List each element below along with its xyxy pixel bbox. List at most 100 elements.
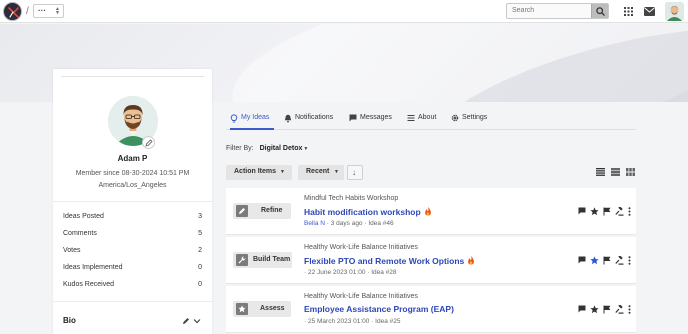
flag-icon[interactable] [603, 256, 611, 265]
profile-name: Adam P [117, 154, 148, 163]
list-view-icon[interactable] [596, 168, 605, 176]
pencil-icon [239, 208, 245, 214]
stat-value: 0 [198, 281, 202, 288]
idea-title[interactable]: Employee Assistance Program (EAP) [304, 304, 454, 314]
updown-chevron-icon: ▲ ▼ [55, 6, 60, 16]
stage-button[interactable]: Refine [233, 203, 291, 219]
stat-label: Kudos Received [63, 281, 114, 288]
divider [53, 301, 212, 302]
stat-ideas-posted: Ideas Posted 3 [63, 213, 202, 220]
tab-label: Settings [462, 114, 488, 121]
tab-messages[interactable]: Messages [349, 113, 397, 130]
divider [53, 201, 212, 202]
stage-label: Assess [260, 305, 285, 312]
flag-icon[interactable] [603, 305, 611, 314]
sort-direction-button[interactable]: ↓ [347, 165, 363, 180]
divider [61, 76, 204, 77]
flag-icon[interactable] [603, 207, 611, 216]
caret-down-icon[interactable]: ▼ [303, 146, 308, 152]
caret-down-icon: ▼ [334, 169, 339, 175]
tab-notifications[interactable]: Notifications [284, 113, 342, 130]
more-vertical-icon[interactable] [628, 207, 631, 216]
app-logo[interactable] [3, 2, 22, 21]
stat-label: Ideas Implemented [63, 264, 123, 271]
avatar-icon [665, 2, 684, 21]
idea-card[interactable]: Assess Healthy Work-Life Balance Initiat… [226, 286, 636, 333]
message-icon [349, 114, 357, 122]
gavel-icon[interactable] [615, 256, 624, 265]
edit-bio-pencil-icon[interactable] [182, 317, 190, 325]
apps-grid-icon[interactable] [624, 7, 633, 16]
sort-dropdown[interactable]: Recent ▼ [298, 165, 344, 180]
idea-card[interactable]: Refine Mindful Tech Habits Workshop Habi… [226, 188, 636, 235]
caret-down-icon: ▼ [280, 169, 285, 175]
tab-label: My Ideas [241, 114, 270, 121]
idea-category[interactable]: Healthy Work-Life Balance Initiatives [304, 244, 418, 251]
gavel-icon[interactable] [615, 207, 624, 216]
stage-label: Build Team [253, 256, 291, 263]
list-icon [407, 115, 415, 121]
idea-meta-text: · 22 June 2023 01:00 · Idea #28 [304, 269, 397, 276]
stat-value: 3 [198, 213, 202, 220]
member-since: Member since 08-30-2024 10:51 PM [75, 170, 190, 177]
grid-view-icon[interactable] [626, 168, 635, 176]
idea-card[interactable]: Build Team Healthy Work-Life Balance Ini… [226, 237, 636, 284]
stat-value: 2 [198, 247, 202, 254]
idea-title-row: Flexible PTO and Remote Work Options [304, 255, 475, 266]
stage-button[interactable]: Build Team [233, 252, 292, 268]
star-icon[interactable] [590, 256, 599, 265]
breadcrumb-selector[interactable]: ··· ▲ ▼ [33, 4, 64, 18]
edit-avatar-button[interactable] [142, 136, 155, 149]
idea-category[interactable]: Mindful Tech Habits Workshop [304, 195, 398, 202]
more-vertical-icon[interactable] [628, 305, 631, 314]
compact-view-icon[interactable] [611, 168, 620, 176]
comment-icon[interactable] [578, 207, 586, 215]
idea-author[interactable]: Bella N [304, 220, 325, 227]
gavel-icon[interactable] [615, 305, 624, 314]
pencil-icon [145, 139, 153, 147]
star-icon[interactable] [590, 305, 599, 314]
stage-icon-box [236, 205, 248, 217]
search-button[interactable] [591, 4, 608, 18]
stat-label: Ideas Posted [63, 213, 104, 220]
tab-my-ideas[interactable]: My Ideas [230, 113, 274, 130]
more-vertical-icon[interactable] [628, 256, 631, 265]
fire-icon [424, 206, 431, 216]
timezone: America/Los_Angeles [98, 182, 167, 189]
filter-dropdown[interactable]: Digital Detox [260, 145, 303, 152]
idea-title[interactable]: Flexible PTO and Remote Work Options [304, 256, 464, 266]
tab-label: Messages [360, 114, 392, 121]
search-icon [596, 7, 605, 16]
action-items-dropdown[interactable]: Action Items ▼ [226, 165, 292, 180]
stage-icon-box [236, 254, 248, 266]
idea-title[interactable]: Habit modification workshop [304, 207, 421, 217]
comment-icon[interactable] [578, 305, 586, 313]
stat-ideas-implemented: Ideas Implemented 0 [63, 264, 202, 271]
stat-kudos-received: Kudos Received 0 [63, 281, 202, 288]
comment-icon[interactable] [578, 256, 586, 264]
breadcrumb-separator: / [26, 6, 29, 17]
search-box[interactable]: Search [506, 3, 609, 19]
fire-icon [468, 255, 475, 265]
tab-settings[interactable]: Settings [451, 113, 495, 130]
lightbulb-icon [230, 114, 238, 123]
stage-label: Refine [261, 207, 283, 214]
bio-heading: Bio [63, 316, 76, 325]
tab-label: Notifications [295, 114, 334, 121]
filter-label: Filter By: [226, 145, 254, 152]
stat-label: Comments [63, 230, 97, 237]
profile-tabs: My Ideas Notifications Messages About Se… [226, 110, 636, 130]
idea-meta-text: · 3 days ago · Idea #46 [324, 220, 394, 227]
search-input[interactable]: Search [512, 7, 534, 14]
idea-meta: · 22 June 2023 01:00 · Idea #28 [304, 269, 397, 276]
tab-about[interactable]: About [407, 113, 442, 130]
stage-button[interactable]: Assess [233, 301, 291, 317]
idea-category[interactable]: Healthy Work-Life Balance Initiatives [304, 293, 418, 300]
chevron-down-icon[interactable] [193, 317, 201, 325]
idea-meta: Bella N · 3 days ago · Idea #46 [304, 220, 394, 227]
dropdown-label: Recent [306, 168, 330, 175]
mail-icon[interactable] [644, 7, 655, 16]
user-avatar[interactable] [665, 2, 684, 21]
star-icon[interactable] [590, 207, 599, 216]
stat-label: Votes [63, 247, 81, 254]
